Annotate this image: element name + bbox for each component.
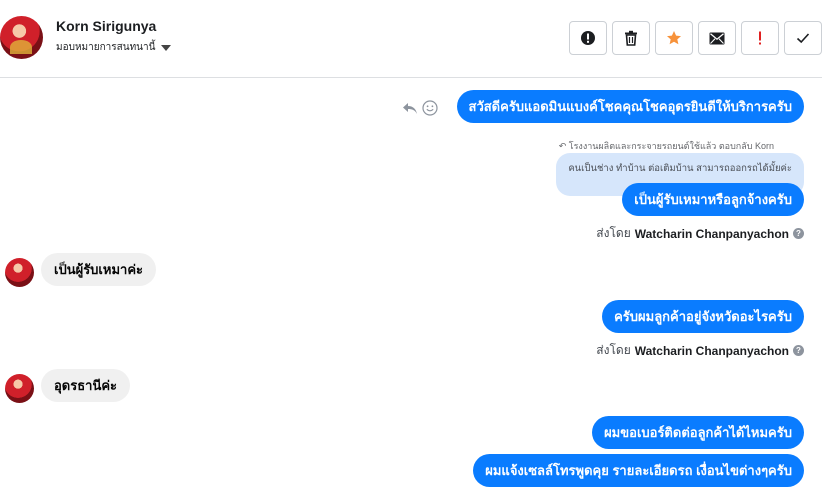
outgoing-message[interactable]: ครับผมลูกค้าอยู่จังหวัดอะไรครับ: [602, 300, 804, 333]
reply-icon[interactable]: [402, 101, 418, 115]
star-icon: [667, 31, 681, 45]
trash-icon: [625, 30, 637, 46]
mail-button[interactable]: [698, 21, 736, 55]
outgoing-message[interactable]: ผมขอเบอร์ติดต่อลูกค้าได้ไหมครับ: [592, 416, 804, 449]
alert-icon: [581, 31, 595, 45]
mail-icon: [709, 32, 725, 44]
exclamation-icon: [759, 31, 761, 45]
sent-by-name[interactable]: Watcharin Chanpanyachon: [635, 227, 789, 241]
spam-button[interactable]: [741, 21, 779, 55]
caret-down-icon: [161, 44, 172, 51]
outgoing-message[interactable]: สวัสดีครับแอดมินแบงค์โชคคุณโชคอุดรยินดีใ…: [456, 90, 804, 123]
conversation-toolbar: [569, 21, 822, 55]
incoming-message[interactable]: อุดรธานีค่ะ: [41, 369, 131, 402]
reply-context: ↶ โรงงานผลิตและกระจายรถยนต์ใช้แล้ว ตอบกล…: [559, 139, 774, 153]
reply-context-label: โรงงานผลิตและกระจายรถยนต์ใช้แล้ว ตอบกลับ…: [568, 141, 774, 151]
sent-by-prefix: ส่งโดย: [596, 226, 631, 240]
sent-by-name[interactable]: Watcharin Chanpanyachon: [635, 344, 789, 358]
check-icon: [796, 33, 810, 44]
sent-by-prefix: ส่งโดย: [596, 343, 631, 357]
incoming-message[interactable]: เป็นผู้รับเหมาค่ะ: [41, 253, 156, 286]
help-icon[interactable]: ?: [793, 345, 804, 356]
reply-icon: ↶: [558, 141, 567, 151]
emoji-react-icon[interactable]: [422, 100, 438, 116]
avatar[interactable]: [0, 16, 43, 59]
outgoing-message[interactable]: ผมแจ้งเซลล์โทรพูดคุย รายละเอียดรถ เงื่อน…: [473, 454, 804, 487]
conversation-header: Korn Sirigunya มอบหมายการสนทนานี้: [0, 0, 822, 78]
sent-by: ส่งโดย Watcharin Chanpanyachon ?: [596, 341, 804, 360]
message-actions: [402, 100, 438, 116]
done-button[interactable]: [784, 21, 822, 55]
star-button[interactable]: [655, 21, 693, 55]
help-icon[interactable]: ?: [793, 228, 804, 239]
avatar[interactable]: [5, 258, 34, 287]
delete-button[interactable]: [612, 21, 650, 55]
outgoing-message[interactable]: เป็นผู้รับเหมาหรือลูกจ้างครับ: [622, 183, 804, 216]
contact-name[interactable]: Korn Sirigunya: [56, 18, 156, 34]
assign-label: มอบหมายการสนทนานี้: [56, 42, 156, 53]
avatar[interactable]: [5, 374, 34, 403]
assign-conversation-dropdown[interactable]: มอบหมายการสนทนานี้: [56, 40, 172, 55]
sent-by: ส่งโดย Watcharin Chanpanyachon ?: [596, 224, 804, 243]
alert-button[interactable]: [569, 21, 607, 55]
